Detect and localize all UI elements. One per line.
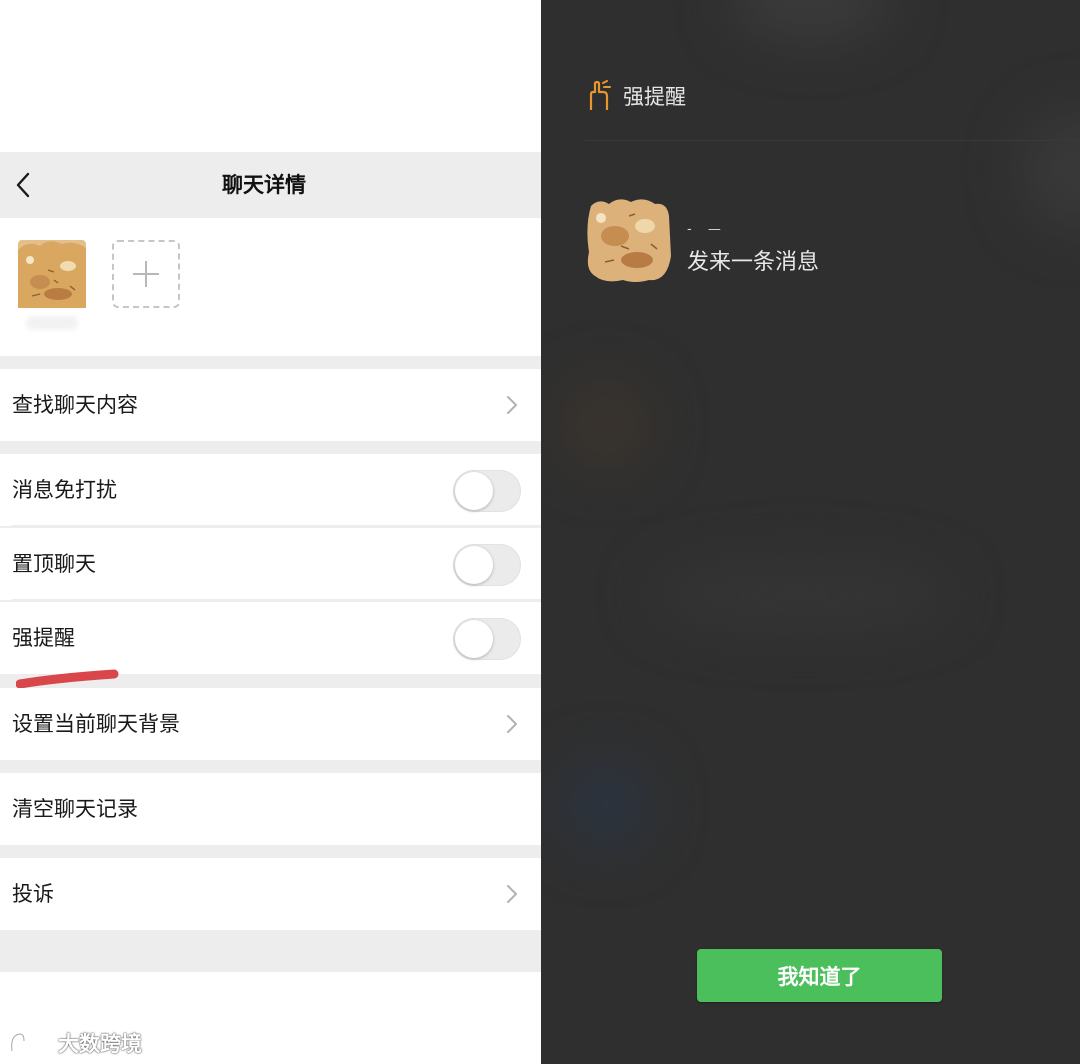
mute-label: 消息免打扰: [12, 478, 117, 502]
toggle-knob: [455, 546, 493, 584]
reminder-hand-icon: [589, 80, 611, 110]
background-blur: [561, 380, 651, 470]
search-chat-cell[interactable]: 查找聊天内容: [0, 369, 541, 441]
red-underline-annotation: [16, 669, 119, 689]
background-blur: [561, 760, 651, 850]
alert-message: 发来一条消息: [687, 250, 820, 275]
strong-reminder-cell: 强提醒: [0, 602, 541, 674]
sender-avatar: [585, 196, 671, 284]
add-member-button[interactable]: [112, 240, 180, 308]
sticky-toggle[interactable]: [453, 544, 521, 586]
toggle-knob: [455, 620, 493, 658]
divider: [12, 525, 541, 526]
strong-reminder-label: 强提醒: [12, 626, 75, 650]
logo-icon: [10, 1032, 52, 1052]
page-title: 聊天详情: [222, 173, 306, 197]
divider: [12, 599, 541, 600]
mute-toggle[interactable]: [453, 470, 521, 512]
chat-details-panel: 聊天详情 查找聊天内容 消息免打扰 置顶聊天 强提醒 设置当前聊天背景 清空聊天…: [0, 0, 541, 1064]
alert-header: 强提醒: [587, 76, 686, 116]
members-section: [0, 218, 541, 356]
clear-history-label: 清空聊天记录: [12, 797, 138, 821]
background-blur: [731, 0, 891, 40]
complain-label: 投诉: [12, 882, 54, 906]
chevron-right-icon: [507, 715, 517, 733]
chevron-right-icon: [507, 396, 517, 414]
nav-bar: 聊天详情: [0, 152, 541, 218]
toggle-knob: [455, 472, 493, 510]
sticky-cell: 置顶聊天: [0, 528, 541, 600]
acknowledge-button[interactable]: 我知道了: [697, 949, 942, 1002]
background-blur: [1021, 110, 1080, 230]
strong-reminder-toggle[interactable]: [453, 618, 521, 660]
mute-cell: 消息免打扰: [0, 454, 541, 526]
alert-title: 强提醒: [623, 85, 686, 109]
member-name-blurred: [26, 316, 78, 330]
complain-cell[interactable]: 投诉: [0, 858, 541, 930]
divider: [585, 140, 1080, 141]
watermark-text: 大数跨境: [58, 1032, 142, 1056]
status-area: [0, 0, 541, 152]
avatar[interactable]: [18, 240, 86, 308]
chevron-right-icon: [507, 885, 517, 903]
sticky-label: 置顶聊天: [12, 552, 96, 576]
background-blur: [651, 560, 951, 630]
clear-history-cell[interactable]: 清空聊天记录: [0, 773, 541, 845]
set-background-cell[interactable]: 设置当前聊天背景: [0, 688, 541, 760]
strong-reminder-overlay: 强提醒 - — 发来一条消息 我知道了: [541, 0, 1080, 1064]
watermark: 大数跨境: [8, 1026, 142, 1060]
set-background-label: 设置当前聊天背景: [12, 712, 180, 736]
search-chat-label: 查找聊天内容: [12, 393, 138, 417]
sender-name: - —: [687, 222, 727, 237]
plus-icon: [133, 261, 159, 287]
